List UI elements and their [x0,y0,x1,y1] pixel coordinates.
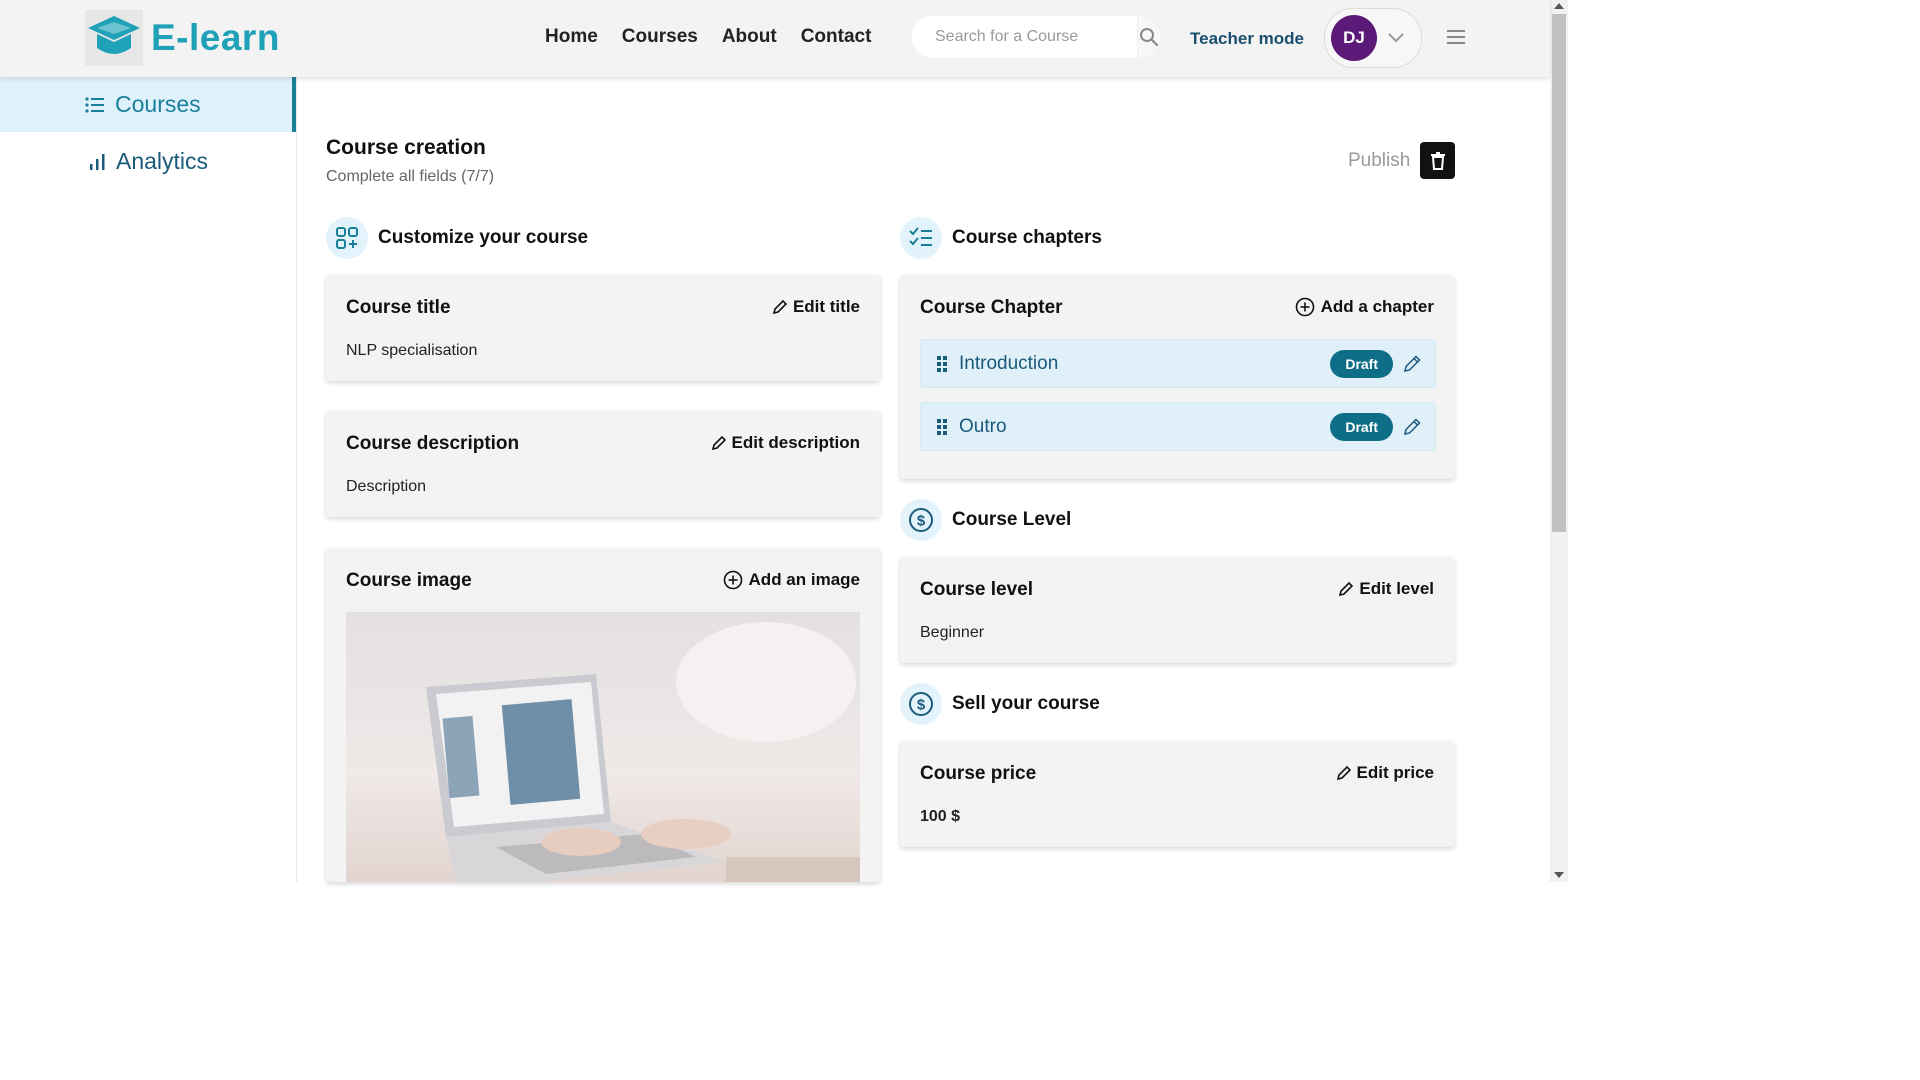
action-label: Edit title [792,297,860,316]
chapters-section-header: Course chapters [900,217,1102,259]
chevron-down-icon [1388,33,1404,43]
svg-text:$: $ [917,513,926,530]
course-image-card: Course image Add an image [326,548,880,882]
drag-handle-icon[interactable] [937,418,947,435]
edit-description-button[interactable]: Edit description [711,433,860,453]
nav-contact[interactable]: Contact [801,26,872,48]
course-level-card: Course level Edit level Beginner [900,557,1454,663]
edit-chapter-button[interactable] [1403,417,1421,436]
scroll-down-arrow-icon[interactable] [1554,872,1564,878]
pencil-icon [711,436,726,450]
card-title: Course image [346,570,472,591]
list-icon [85,96,105,113]
bar-chart-icon [88,153,106,171]
sidebar: Courses Analytics [0,77,297,882]
section-heading: Customize your course [378,227,589,248]
course-title-value: NLP specialisation [346,342,478,359]
scroll-thumb[interactable] [1552,14,1566,532]
search-bar [912,16,1160,58]
page-scrollbar[interactable] [1550,0,1568,882]
chapter-name: Outro [959,415,1007,437]
publish-button[interactable]: Publish [1348,150,1410,172]
teacher-mode-link[interactable]: Teacher mode [1190,29,1304,49]
course-image-preview [346,612,860,882]
sidebar-item-analytics[interactable]: Analytics [0,134,296,189]
edit-price-button[interactable]: Edit price [1336,763,1434,783]
checklist-icon [900,217,942,259]
card-title: Course Chapter [920,297,1063,318]
plus-circle-icon [1295,297,1314,317]
add-chapter-button[interactable]: Add a chapter [1295,297,1434,317]
main-nav: Home Courses About Contact [545,26,871,48]
user-menu[interactable]: DJ [1324,8,1422,68]
search-icon [1140,28,1159,47]
search-input[interactable] [912,16,1137,58]
top-header: E-learn Home Courses About Contact Teach… [0,0,1550,77]
brand-name: E-learn [151,17,280,58]
dollar-circle-icon: $ [900,499,942,541]
edit-level-button[interactable]: Edit level [1339,579,1434,599]
completion-status: Complete all fields (7/7) [326,168,495,185]
brand-logo[interactable]: E-learn [85,10,280,66]
dollar-circle-icon: $ [900,683,942,725]
nav-about[interactable]: About [722,26,777,48]
card-title: Course description [346,433,520,454]
chapter-name: Introduction [959,352,1059,374]
action-label: Edit level [1359,579,1434,598]
drag-handle-icon[interactable] [937,355,947,372]
chapter-item-outro[interactable]: Outro Draft [920,402,1436,451]
chapter-item-introduction[interactable]: Introduction Draft [920,339,1436,388]
section-heading: Sell your course [952,693,1100,714]
delete-course-button[interactable] [1420,142,1455,179]
hamburger-menu-icon[interactable] [1446,28,1466,46]
section-heading: Course Level [952,509,1072,530]
course-chapter-card: Course Chapter Add a chapter Introductio… [900,275,1454,479]
section-heading: Course chapters [952,227,1102,248]
page-title: Course creation [326,136,486,159]
action-label: Add an image [748,570,860,589]
course-level-value: Beginner [920,624,985,641]
pencil-icon [772,300,787,314]
sidebar-item-courses[interactable]: Courses [0,77,296,132]
card-title: Course level [920,579,1033,600]
scroll-up-arrow-icon[interactable] [1554,3,1564,9]
customize-section-header: Customize your course [326,217,588,259]
avatar: DJ [1331,15,1377,61]
pencil-icon [1339,582,1354,596]
course-price-card: Course price Edit price 100 $ [900,741,1454,847]
nav-courses[interactable]: Courses [622,26,698,48]
course-title-card: Course title Edit title NLP specialisati… [326,275,880,381]
sell-section-header: $ Sell your course [900,683,1100,725]
action-label: Edit description [731,433,860,452]
sidebar-item-label: Courses [115,91,201,117]
edit-title-button[interactable]: Edit title [772,297,860,317]
svg-text:$: $ [917,697,926,714]
sidebar-item-label: Analytics [116,148,209,174]
status-badge: Draft [1330,349,1393,378]
add-image-button[interactable]: Add an image [723,570,860,590]
pencil-icon [1404,417,1421,435]
status-badge: Draft [1330,412,1393,441]
course-description-value: Description [346,478,427,495]
action-label: Edit price [1356,763,1434,782]
card-title: Course price [920,763,1037,784]
pencil-icon [1336,766,1351,780]
card-title: Course title [346,297,451,318]
pencil-icon [1404,354,1421,372]
edit-chapter-button[interactable] [1403,354,1421,373]
course-price-value: 100 $ [920,808,961,825]
nav-home[interactable]: Home [545,26,598,48]
action-label: Add a chapter [1320,297,1434,316]
dashboard-plus-icon [326,217,368,259]
plus-circle-icon [723,570,742,590]
search-button[interactable] [1137,16,1160,58]
level-section-header: $ Course Level [900,499,1071,541]
graduation-cap-icon [85,10,143,66]
course-description-card: Course description Edit description Desc… [326,411,880,517]
trash-icon [1430,151,1445,170]
